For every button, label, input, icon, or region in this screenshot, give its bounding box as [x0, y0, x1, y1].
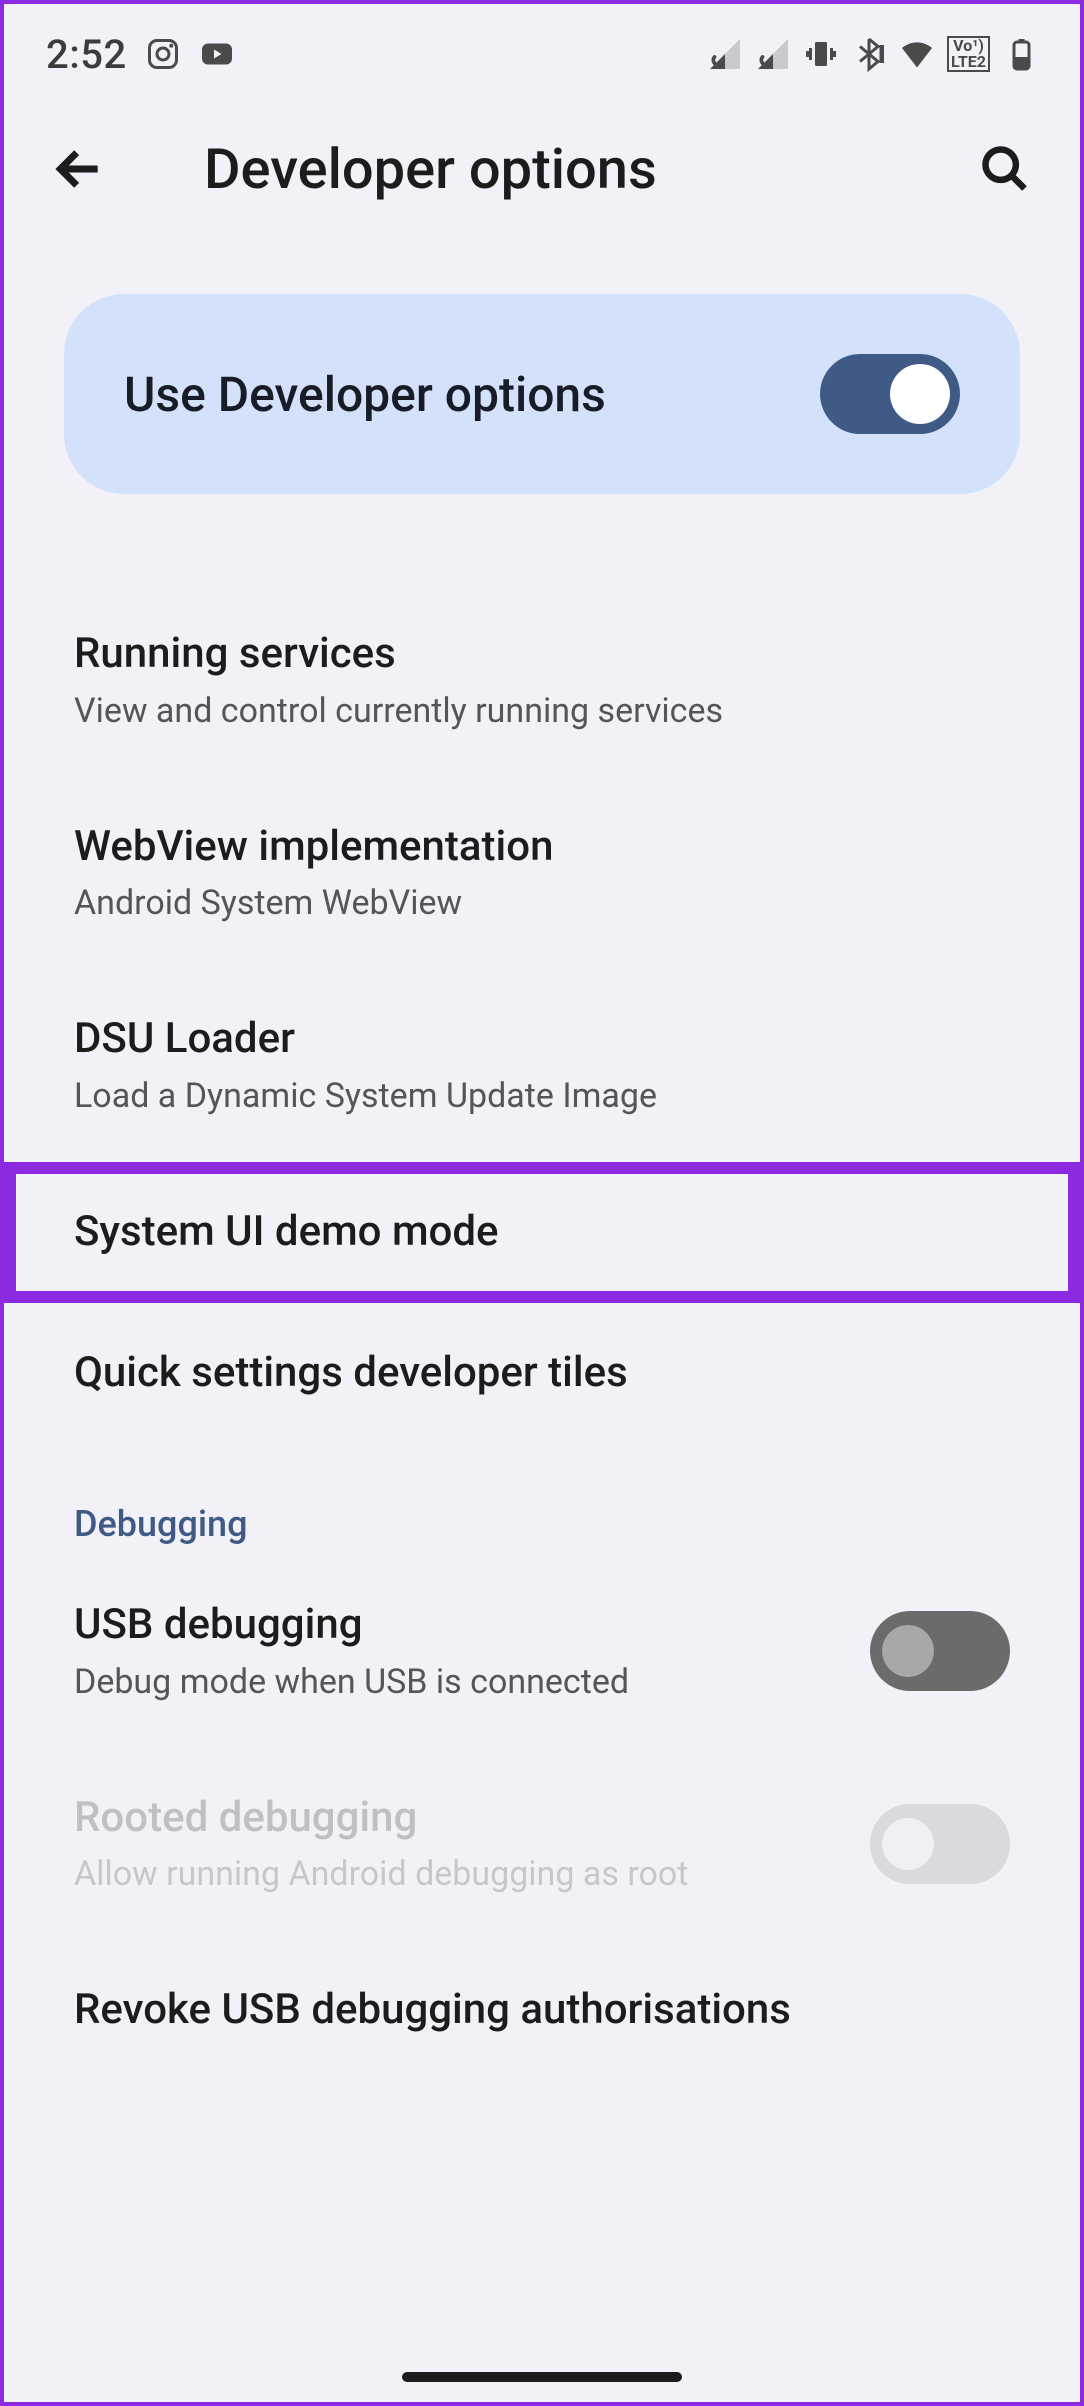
instagram-icon	[145, 36, 181, 72]
status-right: Vo¹)LTE2	[707, 36, 1038, 72]
item-title: System UI demo mode	[74, 1206, 1010, 1259]
status-left: 2:52	[46, 31, 235, 78]
system-ui-demo-mode-item[interactable]: System UI demo mode	[4, 1162, 1080, 1303]
wifi-icon	[899, 36, 935, 72]
bluetooth-icon	[851, 36, 887, 72]
item-title: Revoke USB debugging authorisations	[74, 1984, 1010, 2037]
debugging-section-header: Debugging	[4, 1443, 1080, 1555]
webview-implementation-item[interactable]: WebView implementation Android System We…	[4, 777, 1080, 970]
usb-debugging-item[interactable]: USB debugging Debug mode when USB is con…	[4, 1555, 1080, 1748]
item-title: Running services	[74, 628, 1010, 681]
toggle-thumb	[882, 1818, 934, 1870]
toggle-switch[interactable]	[820, 354, 960, 434]
use-developer-options-label: Use Developer options	[124, 366, 606, 423]
item-title: WebView implementation	[74, 821, 1010, 874]
item-title: USB debugging	[74, 1599, 840, 1652]
call-signal-icon-2	[755, 36, 791, 72]
gesture-bar[interactable]	[402, 2372, 682, 2382]
battery-icon	[1002, 36, 1038, 72]
item-title: Rooted debugging	[74, 1792, 840, 1845]
vibrate-icon	[803, 36, 839, 72]
search-icon	[979, 143, 1031, 195]
item-subtitle: Allow running Android debugging as root	[74, 1852, 840, 1896]
revoke-usb-auth-item[interactable]: Revoke USB debugging authorisations	[4, 1940, 1080, 2081]
rooted-debugging-item: Rooted debugging Allow running Android d…	[4, 1748, 1080, 1941]
call-signal-icon	[707, 36, 743, 72]
toggle-thumb	[882, 1625, 934, 1677]
back-button[interactable]	[44, 134, 114, 204]
item-subtitle: Load a Dynamic System Update Image	[74, 1074, 1010, 1118]
item-subtitle: Debug mode when USB is connected	[74, 1660, 840, 1704]
settings-list: Running services View and control curren…	[4, 584, 1080, 2081]
toggle-thumb	[890, 364, 950, 424]
dsu-loader-item[interactable]: DSU Loader Load a Dynamic System Update …	[4, 969, 1080, 1162]
youtube-icon	[199, 36, 235, 72]
page-title: Developer options	[204, 136, 657, 202]
search-button[interactable]	[970, 134, 1040, 204]
use-developer-options-toggle[interactable]: Use Developer options	[64, 294, 1020, 494]
rooted-debugging-toggle	[870, 1804, 1010, 1884]
quick-settings-tiles-item[interactable]: Quick settings developer tiles	[4, 1303, 1080, 1444]
status-time: 2:52	[46, 31, 127, 78]
volte-icon: Vo¹)LTE2	[947, 36, 990, 72]
item-subtitle: View and control currently running servi…	[74, 689, 1010, 733]
running-services-item[interactable]: Running services View and control curren…	[4, 584, 1080, 777]
arrow-left-icon	[51, 141, 107, 197]
item-subtitle: Android System WebView	[74, 881, 1010, 925]
item-title: DSU Loader	[74, 1013, 1010, 1066]
usb-debugging-toggle[interactable]	[870, 1611, 1010, 1691]
app-header: Developer options	[4, 94, 1080, 244]
item-title: Quick settings developer tiles	[74, 1347, 1010, 1400]
status-bar: 2:52 Vo¹)LTE2	[4, 4, 1080, 94]
